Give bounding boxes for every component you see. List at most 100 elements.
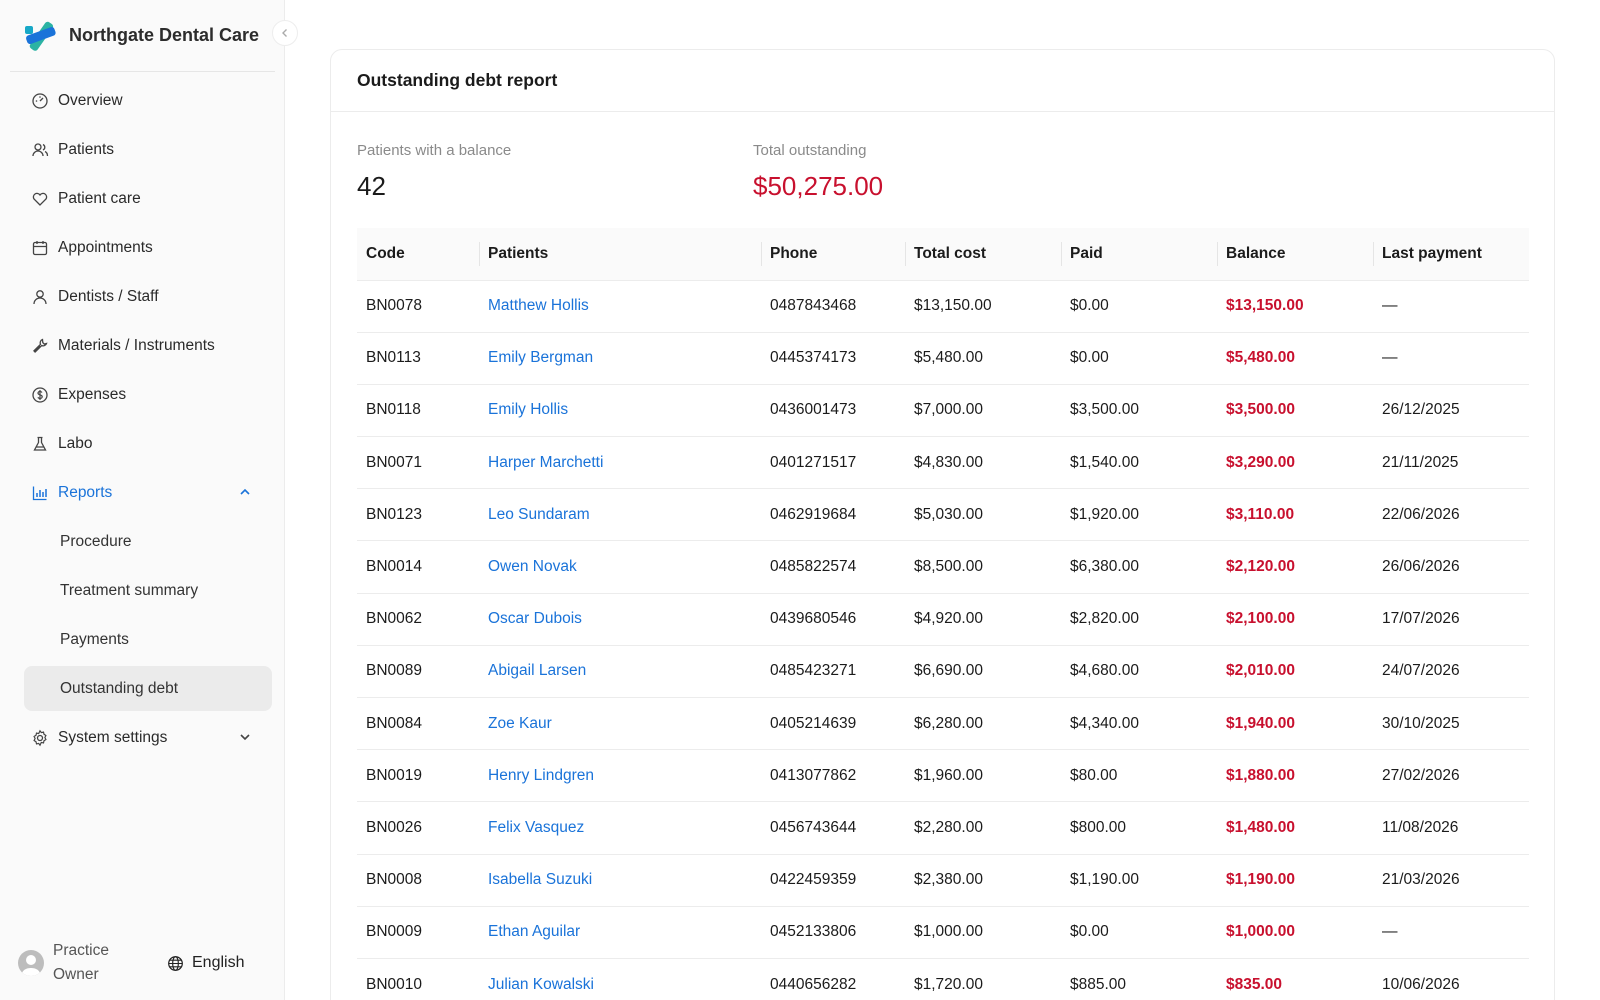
patient-link[interactable]: Abigail Larsen <box>479 645 761 699</box>
table-row[interactable]: BN0008 Isabella Suzuki 0422459359 $2,380.00… <box>357 854 1529 907</box>
column-header-code[interactable]: Code <box>357 228 479 281</box>
nav-labo[interactable]: Labo <box>24 419 272 468</box>
patient-link[interactable]: Matthew Hollis <box>479 280 761 333</box>
cell-last-payment: — <box>1373 280 1529 333</box>
subnav-procedure[interactable]: Procedure <box>24 517 272 566</box>
cell-paid: $6,380.00 <box>1061 540 1217 594</box>
cell-phone: 0436001473 <box>761 384 905 438</box>
users-icon <box>31 141 49 159</box>
table-row[interactable]: BN0026 Felix Vasquez 0456743644 $2,280.00 $8… <box>357 801 1529 855</box>
cell-balance: $1,480.00 <box>1217 801 1373 855</box>
user-name[interactable]: Practice Owner <box>53 939 123 987</box>
column-header-patients[interactable]: Patients <box>479 228 761 281</box>
cell-phone: 0485423271 <box>761 645 905 699</box>
patient-link[interactable]: Zoe Kaur <box>479 697 761 751</box>
patient-link[interactable]: Julian Kowalski <box>479 958 761 1000</box>
cell-paid: $80.00 <box>1061 749 1217 803</box>
subnav-outstanding-debt[interactable]: Outstanding debt <box>24 666 272 711</box>
stat-patients-label: Patients with a balance <box>357 142 512 159</box>
nav-system-settings[interactable]: System settings <box>24 713 272 762</box>
cell-code: BN0113 <box>357 332 479 385</box>
nav-patients-label: Patients <box>58 140 115 158</box>
logo-icon <box>25 21 56 51</box>
patient-link[interactable]: Emily Bergman <box>479 332 761 385</box>
cell-code: BN0019 <box>357 749 479 803</box>
nav-patient-care[interactable]: Patient care <box>24 174 272 223</box>
table-header: Code Patients Phone Total cost Paid Bala… <box>357 228 1529 281</box>
table-row[interactable]: BN0113 Emily Bergman 0445374173 $5,480.00 $0… <box>357 332 1529 385</box>
cell-balance: $5,480.00 <box>1217 332 1373 385</box>
avatar[interactable] <box>18 950 44 976</box>
nav-reports[interactable]: Reports <box>24 468 272 517</box>
cell-paid: $0.00 <box>1061 332 1217 385</box>
cell-balance: $2,100.00 <box>1217 593 1373 646</box>
language-selector[interactable]: English <box>167 954 244 972</box>
cell-phone: 0487843468 <box>761 280 905 333</box>
cell-total-cost: $7,000.00 <box>905 384 1061 438</box>
cell-total-cost: $2,280.00 <box>905 801 1061 855</box>
table-row[interactable]: BN0010 Julian Kowalski 0440656282 $1,720.00… <box>357 958 1529 1000</box>
cell-paid: $1,540.00 <box>1061 436 1217 490</box>
cell-last-payment: 17/07/2026 <box>1373 593 1529 646</box>
column-header-last-payment[interactable]: Last payment <box>1373 228 1529 281</box>
cell-phone: 0439680546 <box>761 593 905 646</box>
subnav-treatment-summary[interactable]: Treatment summary <box>24 566 272 615</box>
debt-table-wrapper: Code Patients Phone Total cost Paid Bala… <box>357 228 1529 1000</box>
table-row[interactable]: BN0084 Zoe Kaur 0405214639 $6,280.00 $4,340.… <box>357 697 1529 751</box>
table-row[interactable]: BN0071 Harper Marchetti 0401271517 $4,830.0… <box>357 436 1529 490</box>
report-card: Outstanding debt report Patients with a … <box>330 49 1555 1000</box>
nav-patients[interactable]: Patients <box>24 125 272 174</box>
cell-last-payment: 22/06/2026 <box>1373 488 1529 542</box>
cell-total-cost: $6,690.00 <box>905 645 1061 699</box>
table-row[interactable]: BN0123 Leo Sundaram 0462919684 $5,030.00 $1,… <box>357 488 1529 542</box>
cell-code: BN0009 <box>357 906 479 959</box>
patient-link[interactable]: Ethan Aguilar <box>479 906 761 959</box>
patient-link[interactable]: Isabella Suzuki <box>479 854 761 907</box>
patient-link[interactable]: Owen Novak <box>479 540 761 594</box>
brand-header[interactable]: Northgate Dental Care <box>10 0 275 72</box>
patient-link[interactable]: Emily Hollis <box>479 384 761 438</box>
stat-total-label: Total outstanding <box>753 142 867 159</box>
patient-link[interactable]: Harper Marchetti <box>479 436 761 490</box>
cell-phone: 0440656282 <box>761 958 905 1000</box>
patient-link[interactable]: Felix Vasquez <box>479 801 761 855</box>
table-row[interactable]: BN0019 Henry Lindgren 0413077862 $1,960.00 $… <box>357 749 1529 803</box>
patient-link[interactable]: Leo Sundaram <box>479 488 761 542</box>
nav-expenses-label: Expenses <box>58 385 127 403</box>
nav-materials[interactable]: Materials / Instruments <box>24 321 272 370</box>
patient-link[interactable]: Oscar Dubois <box>479 593 761 646</box>
gear-icon <box>31 729 49 747</box>
table-row[interactable]: BN0078 Matthew Hollis 0487843468 $13,150.00… <box>357 280 1529 333</box>
nav-dentists-staff-label: Dentists / Staff <box>58 287 159 305</box>
collapse-sidebar-button[interactable] <box>272 20 298 46</box>
cell-paid: $2,820.00 <box>1061 593 1217 646</box>
column-header-total-cost[interactable]: Total cost <box>905 228 1061 281</box>
cell-total-cost: $4,830.00 <box>905 436 1061 490</box>
cell-paid: $4,340.00 <box>1061 697 1217 751</box>
table-row[interactable]: BN0089 Abigail Larsen 0485423271 $6,690.00 $… <box>357 645 1529 699</box>
nav-expenses[interactable]: Expenses <box>24 370 272 419</box>
cell-phone: 0456743644 <box>761 801 905 855</box>
column-header-balance[interactable]: Balance <box>1217 228 1373 281</box>
cell-last-payment: 27/02/2026 <box>1373 749 1529 803</box>
cell-last-payment: — <box>1373 332 1529 385</box>
cell-code: BN0118 <box>357 384 479 438</box>
debt-table: Code Patients Phone Total cost Paid Bala… <box>357 228 1529 1000</box>
column-header-paid[interactable]: Paid <box>1061 228 1217 281</box>
nav-reports-label: Reports <box>58 483 113 501</box>
nav-dentists-staff[interactable]: Dentists / Staff <box>24 272 272 321</box>
patient-link[interactable]: Henry Lindgren <box>479 749 761 803</box>
nav-labo-label: Labo <box>58 434 93 452</box>
nav-appointments[interactable]: Appointments <box>24 223 272 272</box>
table-row[interactable]: BN0118 Emily Hollis 0436001473 $7,000.00 $3,… <box>357 384 1529 438</box>
cell-paid: $885.00 <box>1061 958 1217 1000</box>
subnav-payments[interactable]: Payments <box>24 615 272 664</box>
table-row[interactable]: BN0062 Oscar Dubois 0439680546 $4,920.00 $2,… <box>357 593 1529 646</box>
cell-phone: 0422459359 <box>761 854 905 907</box>
cell-balance: $1,190.00 <box>1217 854 1373 907</box>
column-header-phone[interactable]: Phone <box>761 228 905 281</box>
nav-overview[interactable]: Overview <box>24 76 272 125</box>
cell-balance: $3,110.00 <box>1217 488 1373 542</box>
table-row[interactable]: BN0009 Ethan Aguilar 0452133806 $1,000.00 $0… <box>357 906 1529 959</box>
table-row[interactable]: BN0014 Owen Novak 0485822574 $8,500.00 $6,38… <box>357 540 1529 594</box>
